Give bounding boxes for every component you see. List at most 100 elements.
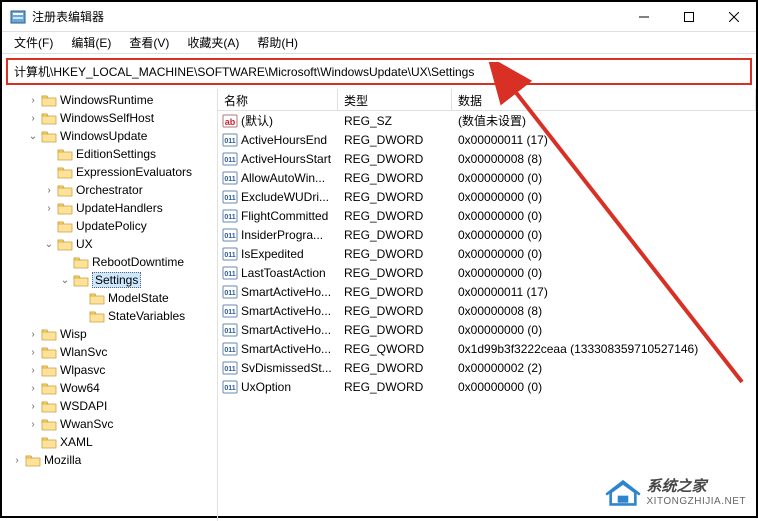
tree-panel[interactable]: ›WindowsRuntime›WindowsSelfHost⌄WindowsU… — [2, 89, 218, 521]
column-type[interactable]: 类型 — [338, 89, 452, 110]
binary-value-icon: 011 — [222, 170, 238, 186]
binary-value-icon: 011 — [222, 284, 238, 300]
svg-text:011: 011 — [224, 157, 235, 164]
tree-item[interactable]: ›WSDAPI — [2, 397, 217, 415]
svg-text:011: 011 — [224, 385, 235, 392]
binary-value-icon: 011 — [222, 379, 238, 395]
binary-value-icon: 011 — [222, 360, 238, 376]
menu-favorites[interactable]: 收藏夹(A) — [179, 32, 247, 53]
chevron-right-icon[interactable]: › — [26, 113, 40, 124]
tree-item[interactable]: EditionSettings — [2, 145, 217, 163]
value-name: SmartActiveHo... — [241, 342, 338, 356]
binary-value-icon: 011 — [222, 227, 238, 243]
watermark-url: XITONGZHIJIA.NET — [647, 496, 747, 507]
value-type: REG_DWORD — [338, 380, 452, 394]
chevron-right-icon[interactable]: › — [26, 401, 40, 412]
svg-text:ab: ab — [225, 117, 236, 127]
value-row[interactable]: 011SmartActiveHo...REG_DWORD0x00000011 (… — [218, 282, 756, 301]
value-row[interactable]: 011UxOptionREG_DWORD0x00000000 (0) — [218, 377, 756, 396]
tree-item[interactable]: StateVariables — [2, 307, 217, 325]
address-path: 计算机\HKEY_LOCAL_MACHINE\SOFTWARE\Microsof… — [14, 65, 474, 79]
value-name: FlightCommitted — [241, 209, 338, 223]
value-data: 0x00000000 (0) — [452, 228, 756, 242]
folder-icon — [57, 201, 73, 215]
value-type: REG_DWORD — [338, 133, 452, 147]
tree-item[interactable]: ⌄UX — [2, 235, 217, 253]
chevron-right-icon[interactable]: › — [26, 347, 40, 358]
value-row[interactable]: 011ActiveHoursEndREG_DWORD0x00000011 (17… — [218, 130, 756, 149]
menu-file[interactable]: 文件(F) — [6, 32, 61, 53]
value-row[interactable]: 011InsiderProgra...REG_DWORD0x00000000 (… — [218, 225, 756, 244]
chevron-down-icon[interactable]: ⌄ — [26, 131, 40, 142]
menu-edit[interactable]: 编辑(E) — [63, 32, 119, 53]
value-row[interactable]: 011SmartActiveHo...REG_DWORD0x00000008 (… — [218, 301, 756, 320]
menu-view[interactable]: 查看(V) — [121, 32, 177, 53]
folder-icon — [41, 93, 57, 107]
watermark: 系统之家 XITONGZHIJIA.NET — [605, 478, 747, 508]
tree-item-label: WindowsSelfHost — [60, 111, 154, 125]
values-list[interactable]: ab(默认)REG_SZ(数值未设置)011ActiveHoursEndREG_… — [218, 111, 756, 396]
tree-item[interactable]: ModelState — [2, 289, 217, 307]
tree-item[interactable]: › Mozilla — [2, 451, 217, 469]
tree-item-label: Mozilla — [44, 453, 81, 467]
tree-item[interactable]: XAML — [2, 433, 217, 451]
tree-item[interactable]: RebootDowntime — [2, 253, 217, 271]
tree-item[interactable]: ›WindowsRuntime — [2, 91, 217, 109]
tree-item[interactable]: ⌄Settings — [2, 271, 217, 289]
svg-text:011: 011 — [224, 214, 235, 221]
value-row[interactable]: 011AllowAutoWin...REG_DWORD0x00000000 (0… — [218, 168, 756, 187]
value-data: 0x00000000 (0) — [452, 209, 756, 223]
value-data: 0x00000000 (0) — [452, 247, 756, 261]
value-data: 0x00000008 (8) — [452, 304, 756, 318]
tree-item[interactable]: ›Wlpasvc — [2, 361, 217, 379]
binary-value-icon: 011 — [222, 189, 238, 205]
minimize-button[interactable] — [621, 2, 666, 32]
menu-help[interactable]: 帮助(H) — [249, 32, 306, 53]
tree-item-label: Wow64 — [60, 381, 100, 395]
value-row[interactable]: 011IsExpeditedREG_DWORD0x00000000 (0) — [218, 244, 756, 263]
tree-item[interactable]: ›Orchestrator — [2, 181, 217, 199]
value-row[interactable]: 011SvDismissedSt...REG_DWORD0x00000002 (… — [218, 358, 756, 377]
value-row[interactable]: 011LastToastActionREG_DWORD0x00000000 (0… — [218, 263, 756, 282]
value-type: REG_QWORD — [338, 342, 452, 356]
chevron-right-icon[interactable]: › — [26, 95, 40, 106]
chevron-right-icon[interactable]: › — [42, 203, 56, 214]
address-bar[interactable]: 计算机\HKEY_LOCAL_MACHINE\SOFTWARE\Microsof… — [6, 58, 752, 85]
tree-item-label: WindowsUpdate — [60, 129, 147, 143]
value-row[interactable]: 011SmartActiveHo...REG_QWORD0x1d99b3f322… — [218, 339, 756, 358]
chevron-down-icon[interactable]: ⌄ — [42, 239, 56, 250]
value-row[interactable]: 011FlightCommittedREG_DWORD0x00000000 (0… — [218, 206, 756, 225]
tree-item[interactable]: ›Wisp — [2, 325, 217, 343]
values-panel: 名称 类型 数据 ab(默认)REG_SZ(数值未设置)011ActiveHou… — [218, 89, 756, 521]
tree-item[interactable]: ⌄ WindowsUpdate — [2, 127, 217, 145]
tree-item[interactable]: ExpressionEvaluators — [2, 163, 217, 181]
chevron-right-icon[interactable]: › — [26, 383, 40, 394]
value-name: UxOption — [241, 380, 338, 394]
chevron-right-icon[interactable]: › — [10, 455, 24, 466]
column-name[interactable]: 名称 — [218, 89, 338, 110]
tree-item[interactable]: ›WwanSvc — [2, 415, 217, 433]
tree-item[interactable]: › WindowsSelfHost — [2, 109, 217, 127]
tree-item[interactable]: UpdatePolicy — [2, 217, 217, 235]
value-type: REG_DWORD — [338, 304, 452, 318]
chevron-right-icon[interactable]: › — [42, 185, 56, 196]
close-button[interactable] — [711, 2, 756, 32]
menu-bar: 文件(F) 编辑(E) 查看(V) 收藏夹(A) 帮助(H) — [2, 32, 756, 54]
value-row[interactable]: ab(默认)REG_SZ(数值未设置) — [218, 111, 756, 130]
chevron-down-icon[interactable]: ⌄ — [58, 275, 72, 286]
chevron-right-icon[interactable]: › — [26, 419, 40, 430]
tree-item-label: UpdatePolicy — [76, 219, 147, 233]
chevron-right-icon[interactable]: › — [26, 365, 40, 376]
window-controls — [621, 2, 756, 32]
chevron-right-icon[interactable]: › — [26, 329, 40, 340]
value-name: SmartActiveHo... — [241, 285, 338, 299]
tree-item[interactable]: ›UpdateHandlers — [2, 199, 217, 217]
tree-item[interactable]: ›WlanSvc — [2, 343, 217, 361]
value-row[interactable]: 011ActiveHoursStartREG_DWORD0x00000008 (… — [218, 149, 756, 168]
value-row[interactable]: 011SmartActiveHo...REG_DWORD0x00000000 (… — [218, 320, 756, 339]
column-data[interactable]: 数据 — [452, 89, 756, 110]
maximize-button[interactable] — [666, 2, 711, 32]
folder-icon — [41, 129, 57, 143]
tree-item[interactable]: › Wow64 — [2, 379, 217, 397]
value-row[interactable]: 011ExcludeWUDri...REG_DWORD0x00000000 (0… — [218, 187, 756, 206]
